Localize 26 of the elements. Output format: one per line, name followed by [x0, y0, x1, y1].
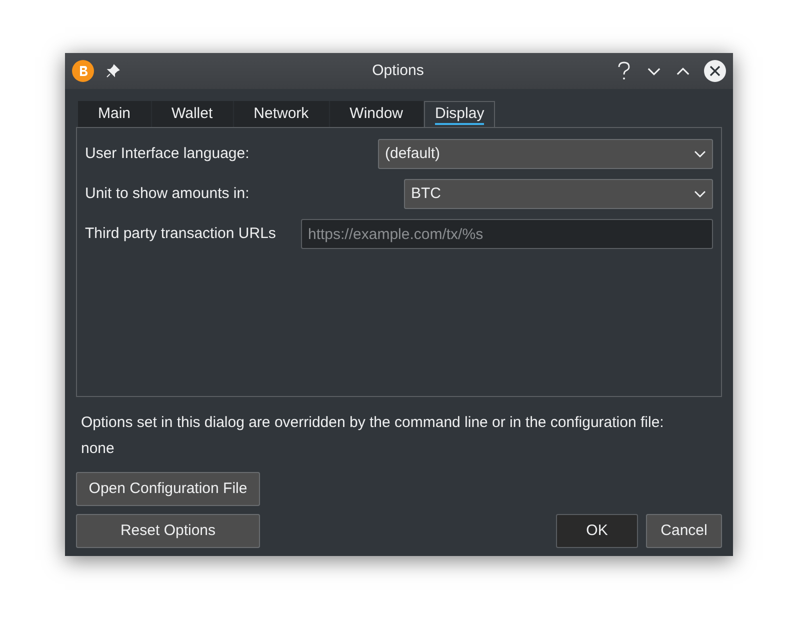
- url-field[interactable]: https://example.com/tx/%s: [301, 219, 713, 249]
- close-icon[interactable]: [704, 60, 726, 82]
- tab[interactable]: Window: [330, 101, 424, 127]
- setting-label: Third party transaction URLs: [85, 224, 276, 244]
- setting-label: User Interface language:: [85, 144, 250, 164]
- dropdown[interactable]: BTC: [404, 179, 713, 209]
- tab[interactable]: Network: [234, 101, 330, 127]
- override-note: Options set in this dialog are overridden by the command line or in the configuration file:: [80, 413, 665, 433]
- open-config-button[interactable]: Open Configuration File: [76, 472, 260, 506]
- chevron-icon: [694, 150, 706, 158]
- coin-icon: [72, 60, 94, 82]
- window-title: Options: [371, 60, 425, 81]
- tab[interactable]: Main: [78, 101, 152, 127]
- reset-button[interactable]: Reset Options: [76, 514, 260, 548]
- minimize-icon: [647, 66, 661, 76]
- dialog-button[interactable]: OK: [556, 514, 638, 548]
- chevron-icon: [694, 190, 706, 198]
- override-value: none: [80, 439, 116, 459]
- tab[interactable]: Wallet: [152, 101, 234, 127]
- setting-label: Unit to show amounts in:: [85, 184, 250, 204]
- dropdown[interactable]: (default): [378, 139, 713, 169]
- maximize-icon[interactable]: [676, 66, 690, 76]
- tab[interactable]: Display: [424, 101, 496, 127]
- help-icon[interactable]: [616, 61, 632, 81]
- pin-icon[interactable]: [106, 64, 120, 78]
- dialog-button[interactable]: Cancel: [646, 514, 722, 548]
